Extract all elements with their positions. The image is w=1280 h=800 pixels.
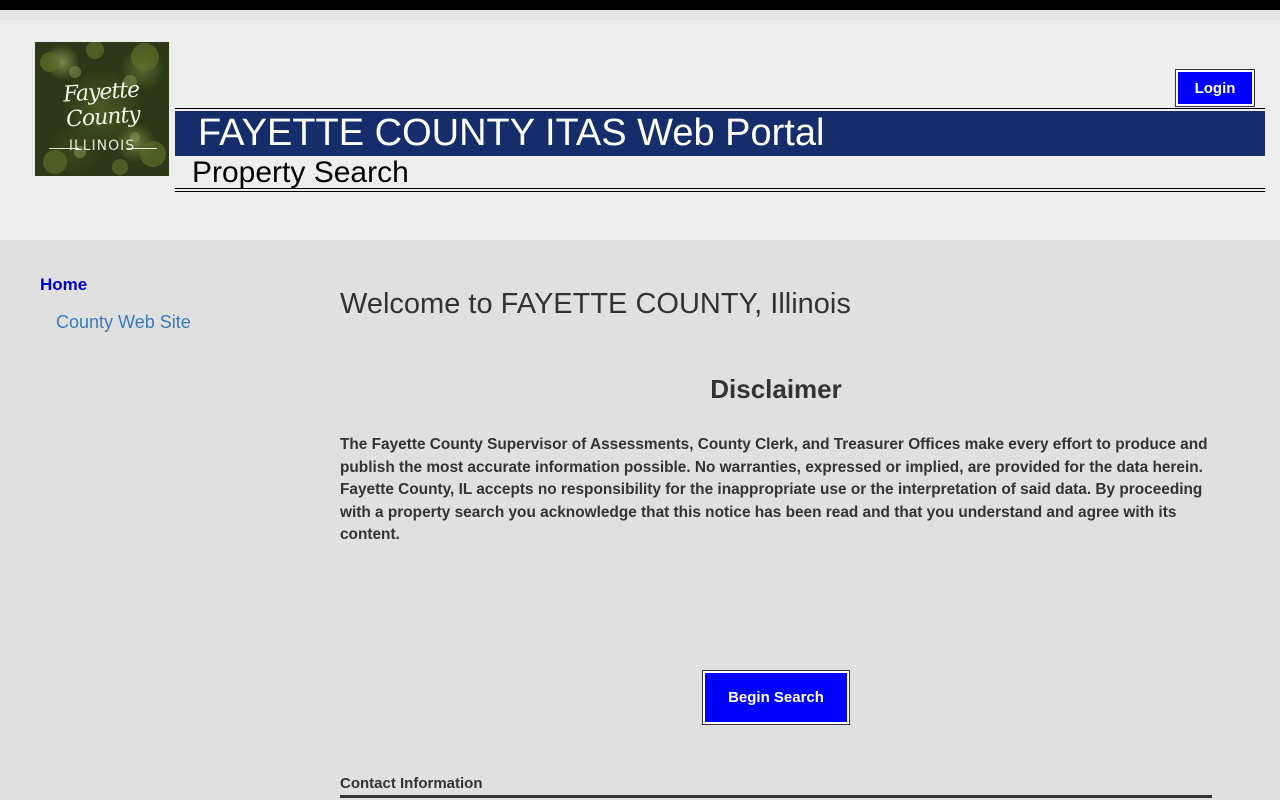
title-rule-bottom-2: [175, 191, 1265, 192]
logo-state-text: ILLINOIS: [68, 138, 136, 154]
portal-title: FAYETTE COUNTY ITAS Web Portal: [198, 112, 825, 154]
disclaimer-title: Disclaimer: [710, 374, 842, 404]
title-banner: FAYETTE COUNTY ITAS Web Portal: [175, 111, 1265, 156]
login-button[interactable]: Login: [1175, 69, 1255, 107]
title-rule-top: [175, 108, 1265, 109]
logo-script-text: Fayette County: [62, 77, 141, 133]
header-strip: [0, 10, 1280, 20]
sidebar-item-county-web-site[interactable]: County Web Site: [56, 312, 191, 333]
portal-subtitle: Property Search: [192, 156, 409, 189]
top-black-bar: [0, 0, 1280, 10]
welcome-heading: Welcome to FAYETTE COUNTY, Illinois: [340, 288, 851, 320]
title-rule-bottom-1: [175, 188, 1265, 189]
logo-rule-right: [127, 148, 157, 149]
contact-rule: [340, 795, 1212, 798]
begin-search-button[interactable]: Begin Search: [702, 670, 850, 725]
contact-heading: Contact Information: [340, 775, 483, 792]
county-logo: Fayette County ILLINOIS: [35, 42, 169, 176]
sidebar-item-home[interactable]: Home: [40, 275, 87, 295]
disclaimer-text: The Fayette County Supervisor of Assessm…: [340, 436, 1208, 543]
